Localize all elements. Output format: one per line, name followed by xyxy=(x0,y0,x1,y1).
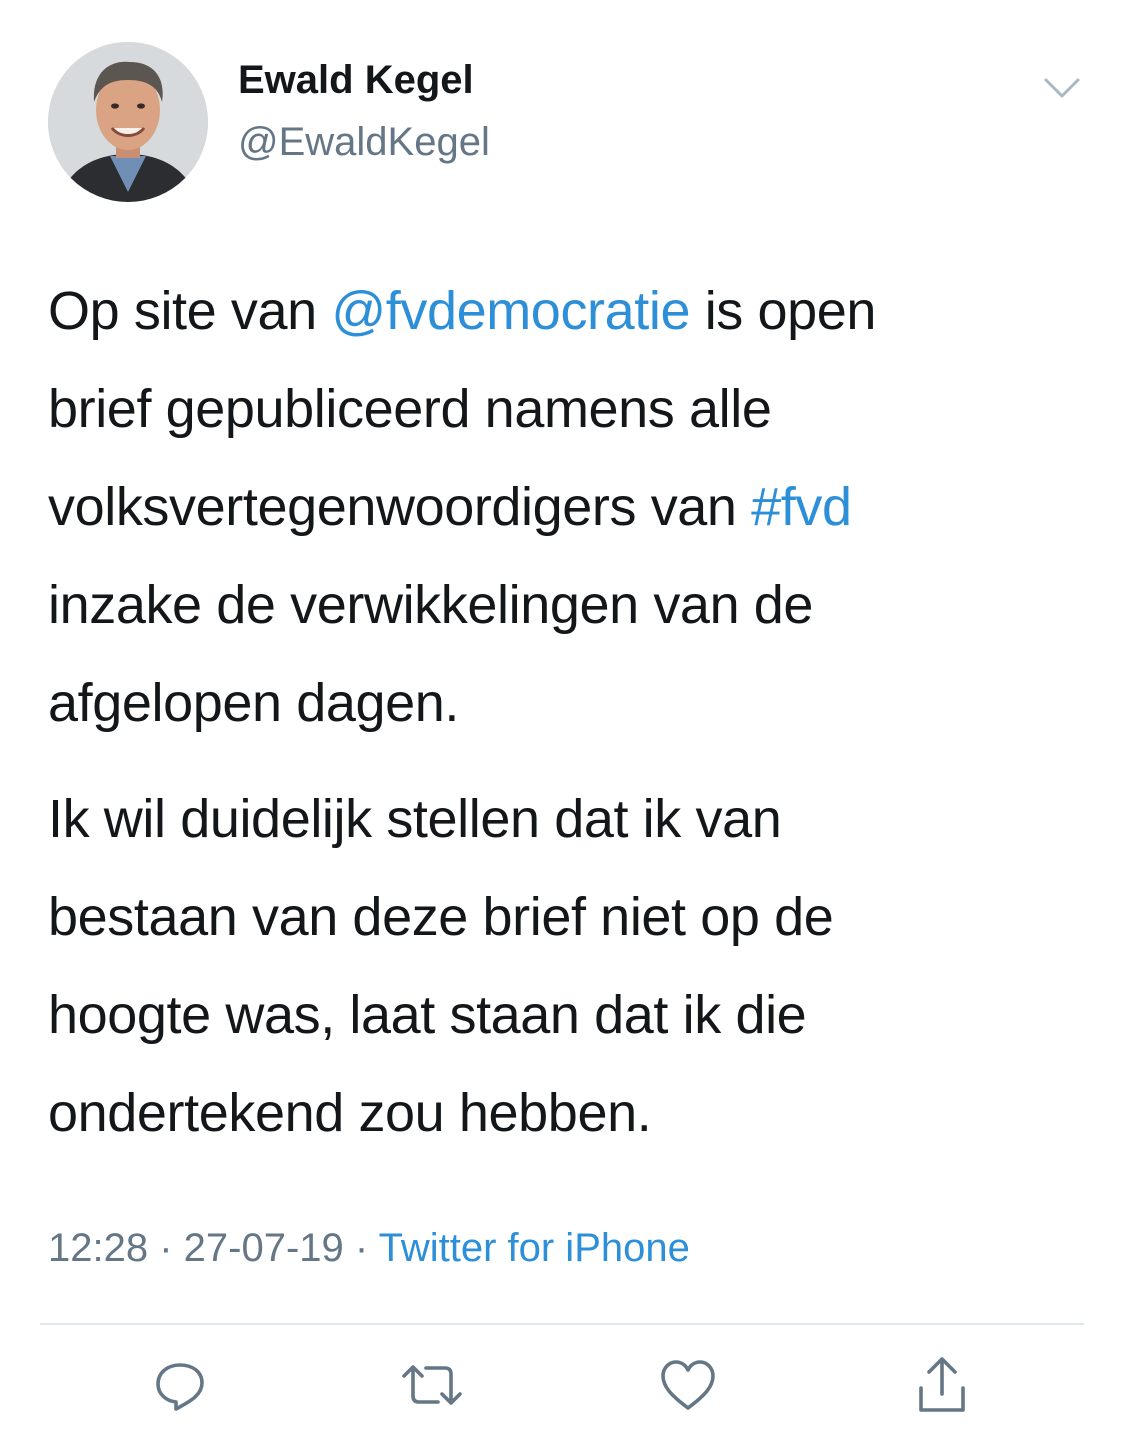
tweet-line: Ik wil duidelijk stellen dat ik van xyxy=(48,770,1088,868)
tweet-text-run: bestaan van deze brief niet op de xyxy=(48,887,834,947)
tweet: Ewald Kegel @EwaldKegel Op site van @fvd… xyxy=(0,0,1125,1452)
share-icon xyxy=(913,1354,971,1421)
share-button[interactable] xyxy=(910,1355,974,1419)
meta-separator: · xyxy=(148,1226,184,1270)
tweet-line: inzake de verwikkelingen van de xyxy=(48,556,1088,654)
meta-separator: · xyxy=(343,1226,379,1270)
tweet-paragraph: Op site van @fvdemocratie is open brief g… xyxy=(48,262,1088,752)
tweet-source-link[interactable]: Twitter for iPhone xyxy=(379,1226,690,1270)
chevron-down-icon[interactable] xyxy=(1040,72,1084,106)
reply-icon xyxy=(151,1356,209,1419)
tweet-meta: 12:28 · 27-07-19 · Twitter for iPhone xyxy=(48,1226,690,1271)
tweet-text-run: brief gepubliceerd namens alle xyxy=(48,379,772,439)
tweet-text: Op site van @fvdemocratie is open brief g… xyxy=(48,262,1088,1162)
tweet-paragraph: Ik wil duidelijk stellen dat ik van besta… xyxy=(48,770,1088,1162)
tweet-text-run: is open xyxy=(690,281,877,341)
reply-button[interactable] xyxy=(148,1355,212,1419)
tweet-date: 27-07-19 xyxy=(183,1226,344,1270)
tweet-text-run: ondertekend zou hebben. xyxy=(48,1083,652,1143)
tweet-line: hoogte was, laat staan dat ik die xyxy=(48,966,1088,1064)
tweet-time: 12:28 xyxy=(48,1226,149,1270)
avatar[interactable] xyxy=(48,42,208,202)
display-name[interactable]: Ewald Kegel xyxy=(238,58,474,103)
tweet-line: Op site van @fvdemocratie is open xyxy=(48,262,1088,360)
tweet-text-run: inzake de verwikkelingen van de xyxy=(48,575,814,635)
tweet-text-run: volksvertegenwoordigers van xyxy=(48,477,752,537)
tweet-line: bestaan van deze brief niet op de xyxy=(48,868,1088,966)
action-bar xyxy=(0,1355,1125,1425)
hashtag-link[interactable]: #fvd xyxy=(751,477,852,537)
retweet-icon xyxy=(400,1356,464,1419)
heart-icon xyxy=(658,1356,718,1419)
divider xyxy=(40,1323,1084,1325)
retweet-button[interactable] xyxy=(400,1355,464,1419)
tweet-text-run: Op site van xyxy=(48,281,332,341)
like-button[interactable] xyxy=(656,1355,720,1419)
tweet-text-run: afgelopen dagen. xyxy=(48,673,459,733)
user-handle[interactable]: @EwaldKegel xyxy=(238,120,490,165)
tweet-line: volksvertegenwoordigers van #fvd xyxy=(48,458,1088,556)
tweet-line: brief gepubliceerd namens alle xyxy=(48,360,1088,458)
tweet-text-run: Ik wil duidelijk stellen dat ik van xyxy=(48,789,782,849)
tweet-line: ondertekend zou hebben. xyxy=(48,1064,1088,1162)
mention-link[interactable]: @fvdemocratie xyxy=(331,281,690,341)
tweet-line: afgelopen dagen. xyxy=(48,654,1088,752)
tweet-text-run: hoogte was, laat staan dat ik die xyxy=(48,985,807,1045)
